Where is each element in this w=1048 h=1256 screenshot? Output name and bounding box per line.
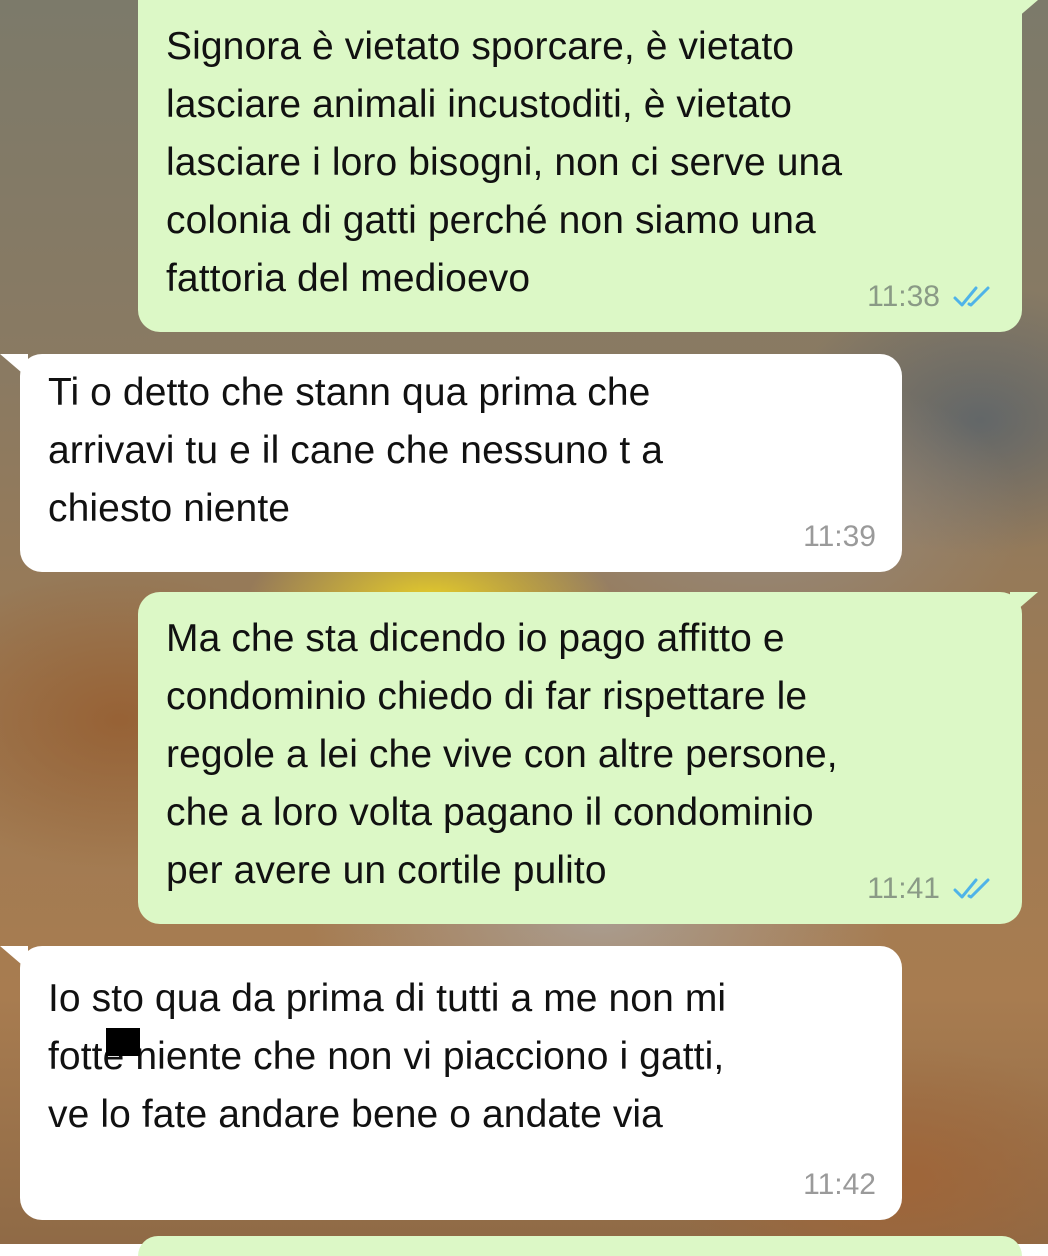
next-message-bubble-edge [138, 1236, 1022, 1256]
message-time: 11:39 [803, 520, 876, 553]
message-meta: 11:42 [803, 1168, 876, 1202]
message-time: 11:42 [803, 1168, 876, 1201]
message-meta: 11:39 [803, 520, 876, 554]
message-text: Ti o detto che stann qua prima che arriv… [48, 371, 664, 530]
message-text: Ma che sta dicendo io pago affitto e con… [166, 617, 838, 892]
message-time: 11:41 [867, 872, 940, 905]
message-bubble-incoming[interactable]: Io sto qua da prima di tutti a me non mi… [20, 946, 902, 1220]
message-bubble-incoming[interactable]: Ti o detto che stann qua prima che arriv… [20, 354, 902, 572]
bubble-tail [1010, 0, 1038, 24]
message-meta: 11:41 [867, 872, 996, 906]
message-text: Signora è vietato sporcare, è vietato la… [166, 25, 843, 300]
read-double-check-icon [953, 878, 990, 899]
message-text: Io sto qua da prima di tutti a me non mi… [48, 977, 727, 1136]
bubble-tail [1010, 592, 1038, 616]
redaction-block [106, 1028, 140, 1056]
message-bubble-outgoing[interactable]: Signora è vietato sporcare, è vietato la… [138, 0, 1022, 332]
message-bubble-outgoing[interactable]: Ma che sta dicendo io pago affitto e con… [138, 592, 1022, 924]
message-meta: 11:38 [867, 280, 996, 314]
read-double-check-icon [953, 286, 990, 307]
message-time: 11:38 [867, 280, 940, 313]
